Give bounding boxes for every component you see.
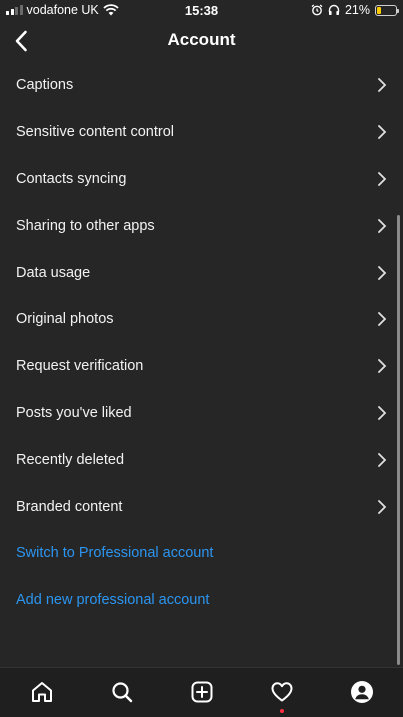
tab-home[interactable]	[28, 678, 56, 706]
menu-item-sharing-to-other-apps[interactable]: Sharing to other apps	[0, 202, 403, 249]
settings-list: Captions Sensitive content control Conta…	[0, 62, 403, 624]
link-label: Switch to Professional account	[16, 545, 214, 562]
menu-item-request-verification[interactable]: Request verification	[0, 343, 403, 390]
tab-profile[interactable]	[348, 678, 376, 706]
add-post-icon	[191, 681, 213, 703]
menu-item-sensitive-content-control[interactable]: Sensitive content control	[0, 109, 403, 156]
chevron-right-icon	[378, 265, 387, 280]
back-button[interactable]	[4, 22, 38, 60]
menu-item-label: Posts you've liked	[16, 404, 132, 421]
tab-activity[interactable]	[268, 678, 296, 706]
header: Account	[0, 20, 403, 62]
menu-item-label: Sensitive content control	[16, 124, 174, 141]
menu-item-label: Captions	[16, 77, 74, 94]
chevron-right-icon	[378, 499, 387, 514]
chevron-right-icon	[378, 406, 387, 420]
chevron-right-icon	[378, 312, 387, 327]
chevron-right-icon	[378, 218, 387, 233]
add-professional-account-link[interactable]: Add new professional account	[0, 577, 403, 624]
menu-item-label: Original photos	[16, 311, 114, 328]
battery-icon	[375, 4, 399, 16]
account-settings-screen: vodafone UK 15:38 21% Account Captions S…	[0, 0, 403, 717]
switch-to-professional-link[interactable]: Switch to Professional account	[0, 530, 403, 577]
activity-heart-icon	[271, 682, 293, 702]
chevron-right-icon	[378, 452, 387, 467]
battery-percent: 21%	[344, 3, 370, 17]
menu-item-label: Request verification	[16, 358, 144, 375]
menu-item-original-photos[interactable]: Original photos	[0, 296, 403, 343]
notification-dot	[279, 709, 284, 713]
menu-item-label: Sharing to other apps	[16, 217, 155, 234]
scrollbar[interactable]	[397, 215, 400, 665]
status-right: 21%	[311, 3, 399, 17]
menu-item-posts-youve-liked[interactable]: Posts you've liked	[0, 390, 403, 437]
tab-bar	[0, 667, 403, 717]
menu-item-label: Branded content	[16, 498, 123, 515]
menu-item-label: Recently deleted	[16, 451, 125, 468]
menu-item-label: Contacts syncing	[16, 170, 127, 187]
tab-new-post[interactable]	[188, 678, 216, 706]
page-title: Account	[167, 30, 236, 49]
chevron-right-icon	[378, 78, 387, 93]
chevron-left-icon	[15, 30, 27, 52]
battery-fill	[377, 6, 381, 14]
profile-icon	[351, 681, 373, 703]
menu-item-captions[interactable]: Captions	[0, 62, 403, 109]
chevron-right-icon	[378, 125, 387, 140]
home-icon	[32, 682, 52, 702]
menu-item-label: Data usage	[16, 264, 91, 281]
menu-item-contacts-syncing[interactable]: Contacts syncing	[0, 156, 403, 203]
search-icon	[112, 682, 133, 703]
headphones-icon	[328, 4, 340, 15]
menu-item-recently-deleted[interactable]: Recently deleted	[0, 436, 403, 483]
chevron-right-icon	[378, 172, 387, 186]
menu-item-branded-content[interactable]: Branded content	[0, 483, 403, 530]
tab-search[interactable]	[108, 678, 136, 706]
chevron-right-icon	[378, 359, 387, 374]
status-bar: vodafone UK 15:38 21%	[0, 0, 403, 20]
link-label: Add new professional account	[16, 592, 210, 609]
battery-nub	[397, 8, 399, 13]
alarm-icon	[311, 4, 323, 16]
menu-item-data-usage[interactable]: Data usage	[0, 249, 403, 296]
